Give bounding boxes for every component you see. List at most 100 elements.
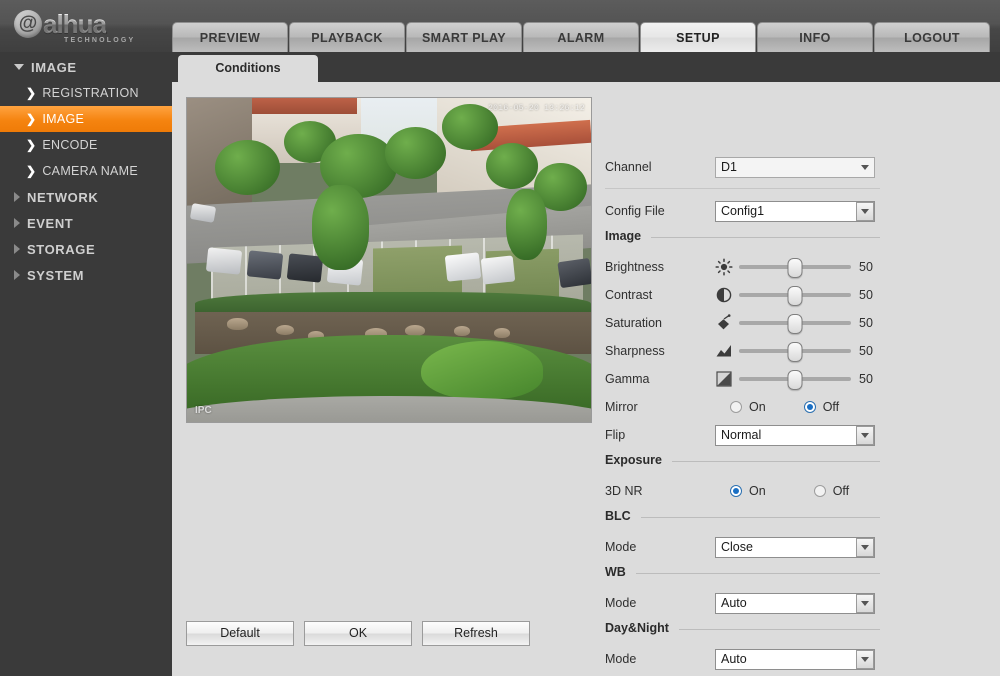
sidebar-item-label: REGISTRATION [42,86,139,100]
chevron-right-icon [14,192,20,202]
brightness-slider[interactable] [739,258,851,278]
mirror-label: Mirror [605,400,638,414]
daynight-mode-select[interactable]: Auto [715,648,875,670]
conditions-panel: 2016-05-20 13:26:12 IPC Channel D1 Confi… [172,82,1000,676]
section-blc-title: BLC [605,509,631,523]
3dnr-radio-on[interactable]: On [730,484,766,498]
channel-label: Channel [605,160,652,174]
nav-tab-alarm[interactable]: ALARM [523,22,639,52]
chevron-down-icon[interactable] [856,593,874,613]
saturation-slider[interactable] [739,314,851,334]
sidebar-group-image[interactable]: IMAGE [0,54,172,80]
brightness-slider-handle[interactable] [787,258,803,278]
ok-button[interactable]: OK [304,621,412,646]
field-gamma: Gamma 50 [605,368,883,390]
3dnr-off-label: Off [832,484,850,498]
section-image: Image [605,229,880,243]
field-saturation: Saturation 50 [605,312,883,334]
blc-mode-select-value[interactable]: Close [715,536,875,558]
logo-wordmark: alhua [43,8,107,39]
section-wb: WB [605,565,880,579]
wb-mode-select[interactable]: Auto [715,592,875,614]
section-exposure: Exposure [605,453,880,467]
chevron-down-icon[interactable] [856,201,874,221]
sidebar-group-event[interactable]: EVENT [0,210,172,236]
gamma-slider[interactable] [739,370,851,390]
chevron-right-icon: ❯ [26,86,37,100]
radio-icon[interactable] [730,401,742,413]
sharpness-slider-handle[interactable] [787,342,803,362]
field-config-file: Config File Config1 [605,200,875,222]
nav-tab-logout[interactable]: LOGOUT [874,22,990,52]
chevron-down-icon[interactable] [856,425,874,445]
flip-select-value[interactable]: Normal [715,424,875,446]
nav-tab-preview[interactable]: PREVIEW [172,22,288,52]
field-sharpness: Sharpness 50 [605,340,883,362]
sidebar-item-encode[interactable]: ❯ ENCODE [0,132,172,158]
field-channel: Channel D1 [605,156,875,178]
mirror-radio-on[interactable]: On [730,400,766,414]
flip-select[interactable]: Normal [715,424,875,446]
contrast-slider[interactable] [739,286,851,306]
content-area: Conditions 2016-05-20 13:26:12 IPC Chann… [172,52,1000,676]
sharpness-slider[interactable] [739,342,851,362]
gamma-label: Gamma [605,372,650,386]
chevron-down-icon[interactable] [856,537,874,557]
nav-tab-smart-play[interactable]: SMART PLAY [406,22,522,52]
chevron-right-icon: ❯ [26,138,37,152]
gamma-slider-handle[interactable] [787,370,803,390]
section-rule [671,460,880,462]
field-3dnr: 3D NR On Off [605,480,849,502]
section-blc: BLC [605,509,880,523]
saturation-slider-handle[interactable] [787,314,803,334]
blc-mode-label: Mode [605,540,637,554]
daynight-mode-select-value[interactable]: Auto [715,648,875,670]
contrast-slider-handle[interactable] [787,286,803,306]
section-wb-title: WB [605,565,626,579]
section-image-title: Image [605,229,642,243]
paint-bucket-icon [715,314,733,332]
chevron-down-icon[interactable] [856,158,874,177]
config-file-select-value[interactable]: Config1 [715,200,875,222]
radio-icon[interactable] [813,485,826,497]
field-contrast: Contrast 50 [605,284,883,306]
sidebar-group-storage[interactable]: STORAGE [0,236,172,262]
nav-tab-info[interactable]: INFO [757,22,873,52]
wb-mode-select-value[interactable]: Auto [715,592,875,614]
nav-tab-setup[interactable]: SETUP [640,22,756,52]
section-rule [678,628,880,630]
video-preview[interactable]: 2016-05-20 13:26:12 IPC [186,97,592,423]
tab-conditions[interactable]: Conditions [178,55,318,82]
logo-tagline: TECHNOLOGY [64,36,136,44]
channel-select-value[interactable]: D1 [715,156,875,178]
config-file-select[interactable]: Config1 [715,200,875,222]
3dnr-radio-off[interactable]: Off [813,484,850,498]
sidebar-item-image[interactable]: ❯ IMAGE [0,106,172,132]
saturation-value: 50 [859,316,873,330]
sidebar-item-label: IMAGE [42,112,85,126]
gamma-icon [715,370,733,388]
mirror-radio-off[interactable]: Off [803,400,839,414]
radio-icon-selected[interactable] [730,485,742,497]
sidebar-item-camera-name[interactable]: ❯ CAMERA NAME [0,158,172,184]
3dnr-on-label: On [749,484,766,498]
section-daynight: Day&Night [605,621,880,635]
contrast-value: 50 [859,288,873,302]
nav-tab-playback[interactable]: PLAYBACK [289,22,405,52]
sidebar-group-network[interactable]: NETWORK [0,184,172,210]
refresh-button[interactable]: Refresh [422,621,530,646]
sidebar-item-registration[interactable]: ❯ REGISTRATION [0,80,172,106]
brightness-label: Brightness [605,260,665,274]
sidebar-group-label: IMAGE [31,59,77,75]
default-button[interactable]: Default [186,621,294,646]
blc-mode-select[interactable]: Close [715,536,875,558]
contrast-label: Contrast [605,288,653,302]
radio-icon-selected[interactable] [803,401,816,413]
channel-select[interactable]: D1 [715,156,875,178]
chevron-down-icon[interactable] [856,649,874,669]
saturation-label: Saturation [605,316,662,330]
sidebar-group-system[interactable]: SYSTEM [0,262,172,288]
channel-name-overlay: IPC [195,405,212,416]
chevron-right-icon [14,270,20,280]
sub-tabstrip: Conditions [172,52,1000,82]
